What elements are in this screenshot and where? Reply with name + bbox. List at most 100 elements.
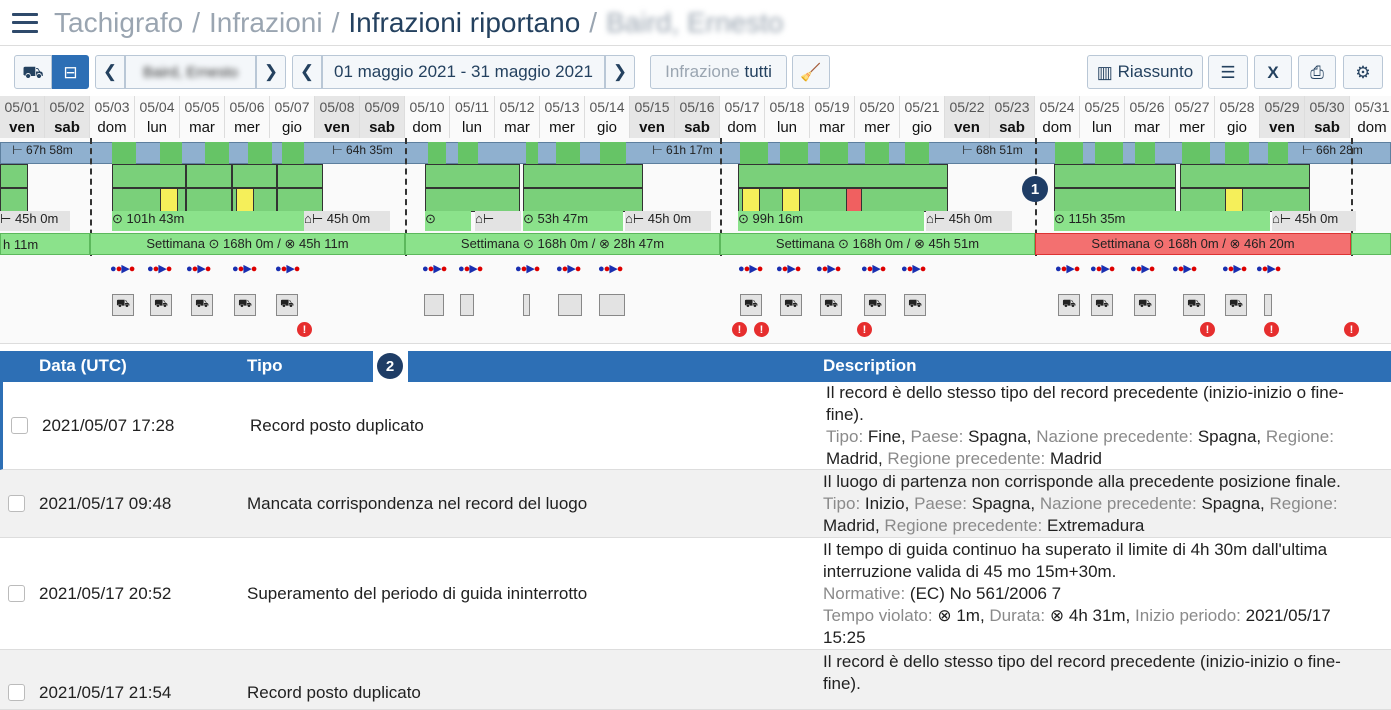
- day-column-header[interactable]: 05/28 gio: [1215, 96, 1260, 138]
- event-marker[interactable]: ●●▶●: [1130, 262, 1155, 275]
- warning-icon[interactable]: !: [1200, 322, 1215, 337]
- event-marker[interactable]: ●●▶●: [458, 262, 483, 275]
- event-marker[interactable]: ●●▶●: [515, 262, 540, 275]
- clear-filter-button[interactable]: 🧹: [792, 55, 830, 89]
- shift-block[interactable]: [186, 188, 232, 212]
- day-column-header[interactable]: 05/07 gio: [270, 96, 315, 138]
- truck-icon[interactable]: ⛟: [1091, 294, 1113, 316]
- truck-icon[interactable]: ⛟: [1058, 294, 1080, 316]
- print-button[interactable]: ⎙: [1298, 55, 1336, 89]
- truck-icon[interactable]: ⛟: [234, 294, 256, 316]
- truck-icon[interactable]: ⛟: [740, 294, 762, 316]
- shift-block[interactable]: [1180, 188, 1310, 212]
- export-excel-button[interactable]: X: [1254, 55, 1292, 89]
- day-column-header[interactable]: 05/27 mer: [1170, 96, 1215, 138]
- event-marker[interactable]: ●●▶●: [816, 262, 841, 275]
- day-column-header[interactable]: 05/03 dom: [90, 96, 135, 138]
- truck-icon[interactable]: ⛟: [1183, 294, 1205, 316]
- column-date[interactable]: Data (UTC): [39, 356, 127, 376]
- warning-icon[interactable]: !: [857, 322, 872, 337]
- crumb-tachigrafo[interactable]: Tachigrafo: [54, 7, 183, 38]
- row-checkbox[interactable]: [8, 684, 25, 701]
- column-type[interactable]: Tipo: [247, 356, 283, 376]
- event-marker[interactable]: ●●▶●: [275, 262, 300, 275]
- event-marker[interactable]: ●●▶●: [598, 262, 623, 275]
- truck-icon[interactable]: ⛟: [1134, 294, 1156, 316]
- event-marker[interactable]: ●●▶●: [147, 262, 172, 275]
- day-column-header[interactable]: 05/11 lun: [450, 96, 495, 138]
- vehicle-segment[interactable]: [1264, 294, 1272, 316]
- event-marker[interactable]: ●●▶●: [232, 262, 257, 275]
- table-row[interactable]: 2021/05/17 09:48 Mancata corrispondenza …: [0, 470, 1391, 538]
- violation-segment[interactable]: [846, 188, 862, 212]
- next-period-button[interactable]: ❯: [605, 55, 635, 89]
- row-checkbox[interactable]: [8, 585, 25, 602]
- shift-block[interactable]: [738, 164, 948, 188]
- truck-icon[interactable]: ⛟: [191, 294, 213, 316]
- date-range-input[interactable]: 01 maggio 2021 - 31 maggio 2021: [322, 55, 605, 89]
- day-column-header[interactable]: 05/12 mar: [495, 96, 540, 138]
- shift-block[interactable]: [232, 164, 277, 188]
- vehicle-segment[interactable]: [460, 294, 474, 316]
- infraction-filter[interactable]: Infrazione tutti: [650, 55, 787, 89]
- warning-icon[interactable]: !: [754, 322, 769, 337]
- event-marker[interactable]: ●●▶●: [1256, 262, 1281, 275]
- warning-icon[interactable]: !: [1344, 322, 1359, 337]
- table-row[interactable]: 2021/05/07 17:28 Record posto duplicato …: [0, 382, 1391, 470]
- warning-icon[interactable]: !: [1264, 322, 1279, 337]
- day-column-header[interactable]: 05/14 gio: [585, 96, 630, 138]
- day-column-header[interactable]: 05/18 lun: [765, 96, 810, 138]
- day-column-header[interactable]: 05/09 sab: [360, 96, 405, 138]
- day-column-header[interactable]: 05/02 sab: [45, 96, 90, 138]
- vehicle-segment[interactable]: [558, 294, 582, 316]
- truck-icon[interactable]: ⛟: [112, 294, 134, 316]
- shift-block[interactable]: [277, 164, 323, 188]
- week-summary[interactable]: Settimana ⊙ 168h 0m / ⊗ 45h 11m: [90, 233, 405, 255]
- event-marker[interactable]: ●●▶●: [1055, 262, 1080, 275]
- shift-block[interactable]: [277, 188, 323, 212]
- warning-icon[interactable]: !: [297, 322, 312, 337]
- event-marker[interactable]: ●●▶●: [1172, 262, 1197, 275]
- table-row[interactable]: 2021/05/17 20:52 Superamento del periodo…: [0, 538, 1391, 650]
- menu-icon[interactable]: [12, 12, 38, 33]
- day-column-header[interactable]: 05/06 mer: [225, 96, 270, 138]
- truck-icon[interactable]: ⛟: [150, 294, 172, 316]
- day-column-header[interactable]: 05/17 dom: [720, 96, 765, 138]
- day-column-header[interactable]: 05/16 sab: [675, 96, 720, 138]
- event-marker[interactable]: ●●▶●: [776, 262, 801, 275]
- day-column-header[interactable]: 05/22 ven: [945, 96, 990, 138]
- event-marker[interactable]: ●●▶●: [1222, 262, 1247, 275]
- day-column-header[interactable]: 05/26 mar: [1125, 96, 1170, 138]
- vehicle-segment[interactable]: [523, 294, 530, 316]
- truck-icon[interactable]: ⛟: [864, 294, 886, 316]
- truck-icon[interactable]: ⛟: [820, 294, 842, 316]
- truck-icon[interactable]: ⛟: [1225, 294, 1247, 316]
- shift-block[interactable]: [1054, 164, 1176, 188]
- day-column-header[interactable]: 05/05 mar: [180, 96, 225, 138]
- shift-block[interactable]: [425, 188, 520, 212]
- crumb-infrazioni[interactable]: Infrazioni: [209, 7, 323, 38]
- day-column-header[interactable]: 05/01 ven: [0, 96, 45, 138]
- day-column-header[interactable]: 05/30 sab: [1305, 96, 1350, 138]
- list-view-button[interactable]: ☰: [1208, 55, 1248, 89]
- shift-block[interactable]: [112, 164, 186, 188]
- week-summary[interactable]: [1351, 233, 1391, 255]
- event-marker[interactable]: ●●▶●: [556, 262, 581, 275]
- column-description[interactable]: Description: [823, 356, 917, 376]
- shift-block[interactable]: [523, 164, 643, 188]
- event-marker[interactable]: ●●▶●: [901, 262, 926, 275]
- shift-block[interactable]: [1054, 188, 1176, 212]
- prev-period-button[interactable]: ❮: [292, 55, 322, 89]
- truck-icon[interactable]: ⛟: [904, 294, 926, 316]
- day-column-header[interactable]: 05/23 sab: [990, 96, 1035, 138]
- day-column-header[interactable]: 05/31 dom: [1350, 96, 1391, 138]
- shift-block[interactable]: [1180, 164, 1310, 188]
- timeline-chart[interactable]: 05/01 ven 05/02 sab 05/03 dom 05/04 lun 05/05 mar…: [0, 96, 1391, 344]
- truck-icon[interactable]: ⛟: [780, 294, 802, 316]
- table-row[interactable]: 2021/05/17 21:54 Record posto duplicato …: [0, 650, 1391, 710]
- day-column-header[interactable]: 05/15 ven: [630, 96, 675, 138]
- driver-select[interactable]: Baird, Ernesto: [125, 55, 256, 89]
- vehicle-view-button[interactable]: ⛟: [14, 55, 52, 89]
- row-checkbox[interactable]: [11, 417, 28, 434]
- shift-block[interactable]: [186, 164, 232, 188]
